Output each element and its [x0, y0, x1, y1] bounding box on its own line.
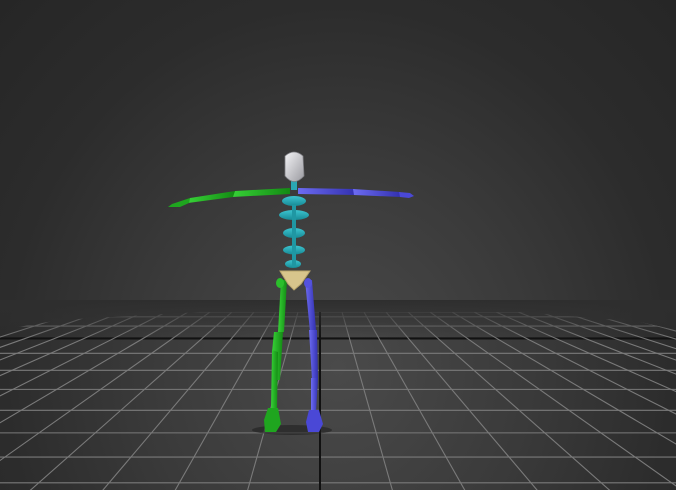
spine-link — [292, 205, 296, 267]
right-calf[interactable] — [311, 378, 318, 412]
grid-horizon-fade — [0, 300, 676, 340]
biped-head[interactable] — [284, 151, 305, 182]
left-upper-arm[interactable] — [232, 188, 290, 197]
spine-clavicle[interactable] — [282, 196, 306, 206]
scene-canvas[interactable] — [0, 0, 676, 490]
right-forearm[interactable] — [353, 189, 401, 197]
right-hand[interactable] — [399, 192, 414, 198]
left-calf[interactable] — [271, 350, 278, 410]
right-shin[interactable] — [309, 330, 318, 380]
viewport-3d[interactable] — [0, 0, 676, 490]
biped-right-arm[interactable] — [298, 188, 414, 198]
right-upper-arm[interactable] — [298, 188, 356, 195]
biped-neck[interactable] — [291, 181, 297, 190]
left-hip-joint — [276, 278, 284, 288]
biped-left-arm[interactable] — [168, 188, 290, 207]
biped-spine[interactable] — [279, 196, 309, 268]
left-hand[interactable] — [168, 198, 190, 207]
right-hip-joint — [304, 278, 312, 288]
left-forearm[interactable] — [188, 191, 235, 203]
